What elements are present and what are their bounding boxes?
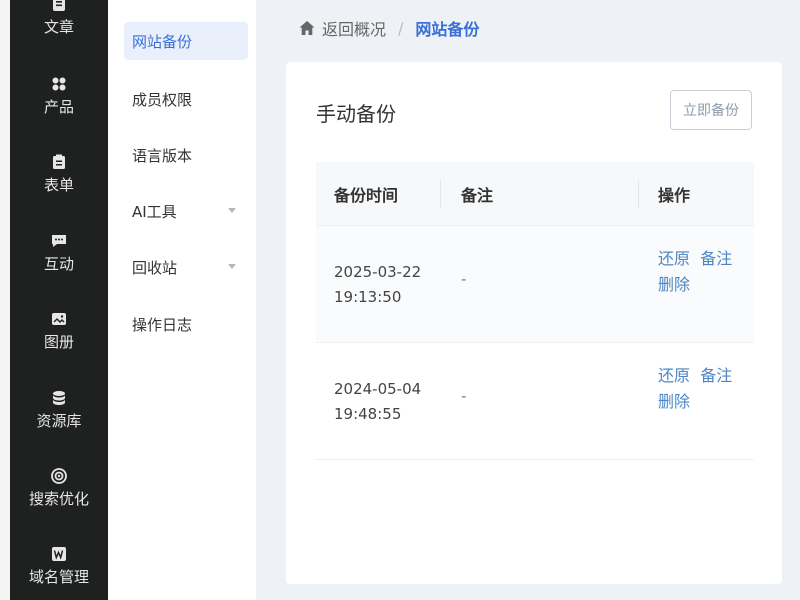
table-row: 2024-05-04 19:48:55 - 还原 备注 删除 [316, 343, 754, 460]
submenu-item-recycle-bin[interactable]: 回收站 [124, 248, 248, 286]
submenu-item-label: 网站备份 [132, 32, 193, 51]
submenu-item-label: 语言版本 [132, 146, 193, 165]
database-icon [49, 388, 69, 408]
main-nav-rail: 文章 产品 表单 互动 图册 资源库 搜索优化 域名管理 [0, 0, 108, 600]
grid-icon [49, 74, 69, 94]
nav-item-label: 产品 [43, 98, 74, 116]
nav-item-articles[interactable]: 文章 [10, 0, 108, 64]
backup-note-cell: - [461, 387, 467, 405]
nav-item-resources[interactable]: 资源库 [10, 388, 108, 458]
backup-ops-cell: 还原 备注 删除 [658, 363, 738, 415]
nav-item-domains[interactable]: 域名管理 [10, 544, 108, 600]
card-title: 手动备份 [316, 102, 396, 126]
submenu-item-operation-log[interactable]: 操作日志 [124, 305, 248, 343]
column-divider [440, 180, 441, 208]
nav-item-label: 域名管理 [28, 568, 89, 586]
table-header: 备份时间 备注 操作 [316, 162, 754, 226]
breadcrumb-separator: / [398, 18, 404, 38]
nav-item-forms[interactable]: 表单 [10, 152, 108, 222]
nav-item-interaction[interactable]: 互动 [10, 231, 108, 301]
delete-link[interactable]: 删除 [658, 275, 690, 294]
backup-now-button[interactable]: 立即备份 [670, 90, 752, 130]
chevron-down-icon [228, 264, 236, 269]
main-content: 返回概况 / 网站备份 手动备份 立即备份 备份时间 备注 操作 2025-03… [256, 0, 800, 600]
column-header-ops: 操作 [658, 185, 691, 205]
submenu-item-site-backup[interactable]: 网站备份 [124, 22, 248, 60]
submenu-item-label: 操作日志 [132, 315, 193, 334]
nav-item-label: 搜索优化 [28, 490, 89, 508]
column-divider [638, 180, 639, 208]
remark-link[interactable]: 备注 [700, 249, 732, 268]
nav-item-label: 互动 [43, 255, 74, 273]
breadcrumb: 返回概况 / 网站备份 [298, 16, 479, 40]
nav-item-label: 图册 [43, 333, 74, 351]
column-header-time: 备份时间 [334, 185, 399, 205]
submenu-item-label: 成员权限 [132, 90, 193, 109]
w-icon [49, 544, 69, 564]
chevron-down-icon [228, 208, 236, 213]
nav-item-label: 资源库 [36, 412, 82, 430]
backup-time-cell: 2025-03-22 19:13:50 [334, 263, 422, 306]
breadcrumb-back-link[interactable]: 返回概况 [322, 16, 386, 40]
delete-link[interactable]: 删除 [658, 392, 690, 411]
submenu-item-language-versions[interactable]: 语言版本 [124, 136, 248, 174]
nav-item-albums[interactable]: 图册 [10, 309, 108, 379]
form-icon [49, 152, 69, 172]
restore-link[interactable]: 还原 [658, 249, 690, 268]
document-icon [49, 0, 69, 14]
nav-item-seo[interactable]: 搜索优化 [10, 466, 108, 536]
submenu-item-ai-tools[interactable]: AI工具 [124, 192, 248, 230]
album-icon [49, 309, 69, 329]
column-header-note: 备注 [461, 185, 494, 205]
rail-edge [0, 0, 10, 600]
backup-ops-cell: 还原 备注 删除 [658, 246, 738, 298]
chat-icon [49, 231, 69, 251]
submenu-item-label: 回收站 [132, 258, 178, 277]
backup-table: 备份时间 备注 操作 2025-03-22 19:13:50 - 还原 备注 删… [316, 162, 754, 460]
breadcrumb-current: 网站备份 [415, 20, 480, 39]
nav-item-label: 表单 [43, 176, 74, 194]
nav-item-products[interactable]: 产品 [10, 74, 108, 144]
submenu-item-label: AI工具 [132, 202, 177, 221]
submenu-item-member-permissions[interactable]: 成员权限 [124, 80, 248, 118]
target-icon [49, 466, 69, 486]
backup-note-cell: - [461, 270, 467, 288]
backup-time-cell: 2024-05-04 19:48:55 [334, 380, 422, 423]
restore-link[interactable]: 还原 [658, 366, 690, 385]
nav-item-label: 文章 [43, 18, 74, 36]
remark-link[interactable]: 备注 [700, 366, 732, 385]
settings-submenu: 网站备份 成员权限 语言版本 AI工具 回收站 操作日志 [108, 0, 256, 600]
manual-backup-card: 手动备份 立即备份 备份时间 备注 操作 2025-03-22 19:13:50… [286, 62, 782, 584]
table-row: 2025-03-22 19:13:50 - 还原 备注 删除 [316, 226, 754, 343]
home-icon[interactable] [298, 19, 316, 37]
